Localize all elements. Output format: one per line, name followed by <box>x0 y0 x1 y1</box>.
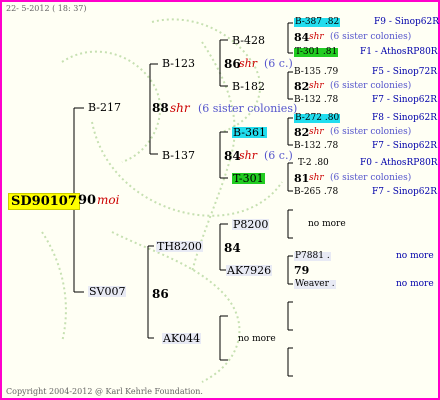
gen4-b1-label[interactable]: B-361 <box>232 127 267 138</box>
gen5-row-11-note: (6 sister colonies) <box>330 173 412 183</box>
gen5-row-8-mark: shr <box>309 127 324 137</box>
gen5-row-9-origin: F7 - Sinop62R <box>372 141 437 151</box>
report-date: 22- 5-2012 ( 18: 37) <box>6 4 87 13</box>
father-number: 88 <box>152 101 169 115</box>
gen5-row-6-origin: F7 - Sinop62R <box>372 95 437 105</box>
gen5-row-7-origin: F8 - Sinop62R <box>372 113 437 123</box>
gen4-c1-nomore: no more <box>308 219 346 229</box>
gen3-a-note: (6 c.) <box>264 57 293 70</box>
gen5-row-2-number: 84 <box>294 31 310 44</box>
gen5-row-5-number: 82 <box>294 80 310 93</box>
gen5-row-13-label[interactable]: P7881 . <box>294 252 331 261</box>
gen5-row-1-label[interactable]: B-387 .82 <box>294 18 341 27</box>
gen4-a1-label[interactable]: B-428 <box>232 35 265 46</box>
gen5-row-12-origin: F7 - Sinop62R <box>372 187 437 197</box>
gen3-d-nomore: no more <box>238 334 276 344</box>
gen5-row-14-number: 79 <box>294 264 310 277</box>
gen5-row-15-label[interactable]: Weaver . <box>294 280 336 289</box>
gen5-row-8-number: 82 <box>294 126 310 139</box>
gen5-row-11-number: 81 <box>294 172 310 185</box>
gen1-number: 90 <box>78 193 97 208</box>
gen5-row-5-note: (6 sister colonies) <box>330 81 412 91</box>
gen5-row-10-label[interactable]: T-2 .80 <box>298 159 329 168</box>
gen4-c1-label[interactable]: P8200 <box>232 219 270 230</box>
gen5-row-9-label[interactable]: B-132 .78 <box>294 142 338 151</box>
gen1-mark: moi <box>97 193 120 207</box>
gen3-d-label[interactable]: AK044 <box>162 333 202 344</box>
gen5-row-10-origin: F0 - AthosRP80R <box>360 158 438 168</box>
gen3-b-note: (6 c.) <box>264 149 293 162</box>
gen5-row-4-origin: F5 - Sinop72R <box>372 67 437 77</box>
gen4-c2-label[interactable]: AK7926 <box>226 265 273 276</box>
gen5-row-11-mark: shr <box>309 173 324 183</box>
copyright-notice: Copyright 2004-2012 @ Karl Kehrle Founda… <box>6 387 203 396</box>
gen5-row-13-origin: no more <box>396 251 434 261</box>
gen5-row-4-label[interactable]: B-135 .79 <box>294 68 338 77</box>
mother-label[interactable]: SV007 <box>88 286 127 297</box>
pedigree-frame: 22- 5-2012 ( 18: 37) Copyright 2004-2012… <box>0 0 440 400</box>
gen5-row-7-label[interactable]: B-272 .80 <box>294 114 341 123</box>
gen4-b2-label[interactable]: T-301 <box>232 173 265 184</box>
gen3-a-label[interactable]: B-123 <box>162 58 195 69</box>
father-label[interactable]: B-217 <box>88 102 121 113</box>
gen5-row-5-mark: shr <box>309 81 324 91</box>
gen5-row-15-origin: no more <box>396 279 434 289</box>
gen5-row-1-origin: F9 - Sinop62R <box>374 17 439 27</box>
mother-number: 86 <box>152 287 169 301</box>
queen-root-label[interactable]: SD90107 <box>8 193 80 210</box>
gen4-a2-label[interactable]: B-182 <box>232 81 265 92</box>
gen5-row-12-label[interactable]: B-265 .78 <box>294 188 338 197</box>
gen3-b-label[interactable]: B-137 <box>162 150 195 161</box>
gen5-row-8-note: (6 sister colonies) <box>330 127 412 137</box>
father-note: (6 sister colonies) <box>198 102 298 115</box>
father-mark: shr <box>170 101 190 115</box>
gen5-row-2-note: (6 sister colonies) <box>330 32 412 42</box>
gen5-row-3-label[interactable]: T-301 .81 <box>294 48 339 57</box>
gen5-row-2-mark: shr <box>309 32 324 42</box>
gen3-b-mark: shr <box>239 149 257 162</box>
gen3-a-mark: shr <box>239 57 257 70</box>
gen3-c-label[interactable]: TH8200 <box>156 241 203 252</box>
gen5-row-3-origin: F1 - AthosRP80R <box>360 47 438 57</box>
gen3-c-number: 84 <box>224 241 241 255</box>
gen5-row-6-label[interactable]: B-132 .78 <box>294 96 338 105</box>
